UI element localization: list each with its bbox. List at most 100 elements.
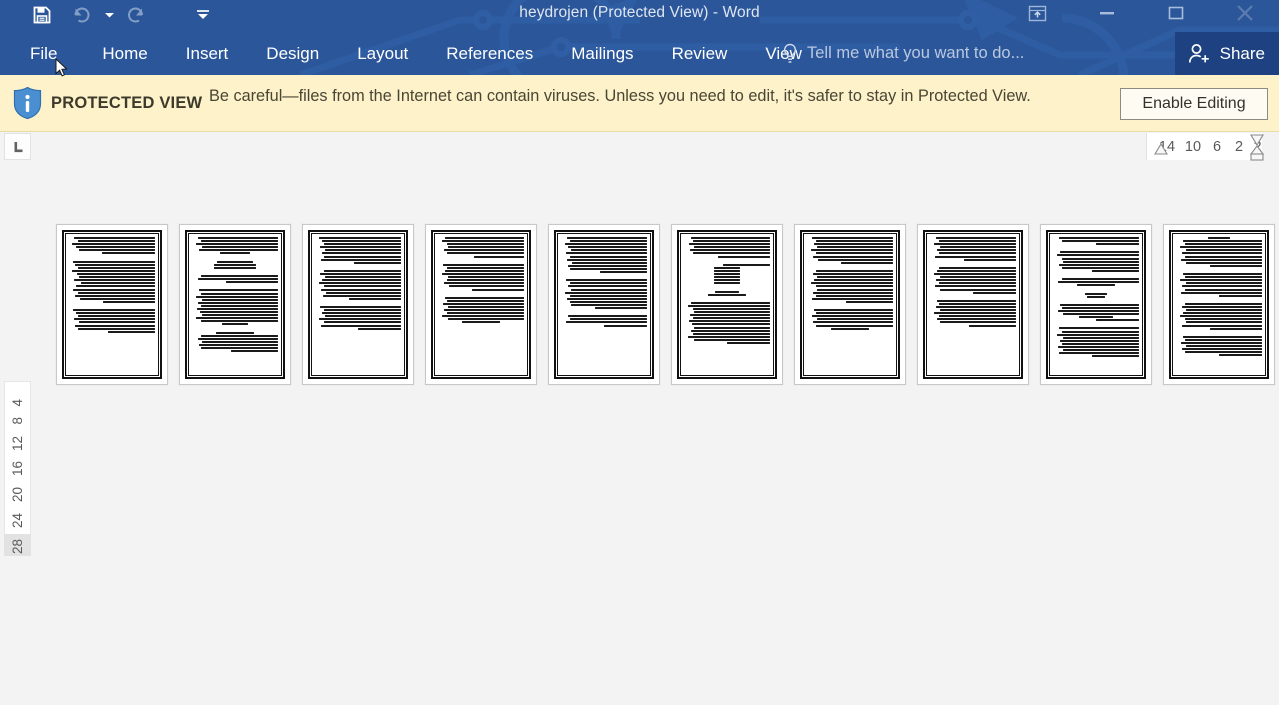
ribbon-tabs: File Home Insert Design Layout Reference… — [0, 32, 821, 75]
hanging-indent-marker-icon[interactable] — [1247, 145, 1267, 161]
text-line — [461, 321, 501, 324]
tell-me-box[interactable]: Tell me what you want to do... — [782, 32, 1024, 75]
text-line — [325, 315, 401, 318]
text-line — [196, 295, 278, 298]
text-line — [566, 321, 647, 324]
text-line — [197, 307, 278, 310]
text-line — [444, 237, 524, 239]
text-line — [216, 260, 254, 263]
text-line — [442, 273, 524, 276]
tab-design[interactable]: Design — [247, 32, 338, 75]
text-line — [694, 311, 770, 314]
tab-home[interactable]: Home — [83, 32, 166, 75]
restore-button[interactable] — [1141, 1, 1210, 25]
text-line — [79, 249, 155, 252]
text-line — [569, 318, 647, 321]
text-line — [1186, 249, 1262, 252]
text-line — [845, 300, 893, 303]
page-thumbnail[interactable] — [425, 224, 537, 385]
tab-review[interactable]: Review — [653, 32, 747, 75]
tab-layout[interactable]: Layout — [338, 32, 427, 75]
page-thumbnail[interactable] — [1040, 224, 1152, 385]
tab-references[interactable]: References — [427, 32, 552, 75]
close-button[interactable] — [1210, 1, 1279, 25]
text-line — [935, 255, 1016, 258]
page-thumbnail[interactable] — [794, 224, 906, 385]
text-line — [572, 261, 647, 264]
text-line — [202, 340, 278, 343]
text-line — [1058, 281, 1139, 284]
text-line — [1063, 313, 1139, 316]
text-line — [446, 266, 524, 269]
tab-references-label: References — [446, 43, 534, 63]
text-line — [692, 240, 770, 243]
horizontal-ruler[interactable]: 14 10 6 2 2 — [31, 133, 1279, 161]
page-thumbnail[interactable] — [302, 224, 414, 385]
text-line — [940, 309, 1016, 312]
text-line — [325, 249, 401, 252]
text-line — [77, 327, 155, 330]
enable-editing-button[interactable]: Enable Editing — [1120, 88, 1268, 120]
text-line — [692, 317, 770, 320]
tab-stop-selector[interactable] — [4, 133, 31, 160]
page-thumbnail[interactable] — [548, 224, 660, 385]
text-line — [319, 282, 401, 285]
text-line — [446, 243, 524, 246]
vertical-ruler-ticks: 4 8 12 16 20 24 28 — [4, 393, 31, 556]
text-line — [448, 276, 524, 279]
text-line — [1186, 309, 1262, 312]
page-text-block — [807, 237, 893, 372]
text-line — [813, 273, 893, 276]
text-line — [321, 288, 401, 291]
page-thumbnail-strip[interactable] — [56, 224, 1275, 385]
page-thumbnail[interactable] — [917, 224, 1029, 385]
text-line — [813, 255, 893, 258]
text-line — [200, 275, 278, 278]
text-line — [691, 323, 770, 326]
text-line — [811, 249, 893, 252]
text-line — [326, 291, 401, 294]
text-line — [81, 282, 155, 285]
share-button[interactable]: Share — [1174, 32, 1279, 75]
text-line — [815, 324, 893, 327]
ribbon-display-options-icon — [1028, 5, 1047, 21]
text-line — [936, 237, 1016, 239]
text-line — [74, 318, 155, 321]
text-line — [1210, 327, 1262, 330]
page-thumbnail[interactable] — [671, 224, 783, 385]
text-line — [1078, 316, 1114, 319]
minimize-button[interactable] — [1072, 1, 1141, 25]
page-text-block — [930, 237, 1016, 372]
tab-mailings[interactable]: Mailings — [552, 32, 652, 75]
text-line — [1180, 246, 1262, 249]
page-text-block — [438, 237, 524, 372]
tab-file[interactable]: File — [0, 32, 83, 75]
tab-insert[interactable]: Insert — [167, 32, 248, 75]
page-thumbnail[interactable] — [179, 224, 291, 385]
page-thumbnail[interactable] — [56, 224, 168, 385]
text-line — [196, 243, 278, 246]
ribbon-display-options-button[interactable] — [1003, 1, 1072, 25]
left-indent-marker-icon[interactable] — [1152, 141, 1170, 157]
page-text-block — [192, 237, 278, 372]
text-line — [815, 240, 893, 243]
text-line — [319, 237, 401, 239]
tab-mailings-label: Mailings — [571, 43, 634, 63]
page-thumbnail[interactable] — [1163, 224, 1275, 385]
text-line — [200, 292, 278, 295]
text-line — [813, 279, 893, 282]
text-line — [1061, 240, 1139, 243]
text-line — [567, 285, 647, 288]
text-line — [198, 289, 278, 292]
text-line — [442, 240, 524, 243]
text-line — [1182, 305, 1262, 308]
text-line — [446, 279, 524, 282]
text-line — [216, 331, 254, 334]
text-line — [813, 243, 893, 246]
text-line — [1061, 330, 1139, 333]
text-line — [841, 261, 893, 264]
word-window: heydrojen (Protected View) - Word File H… — [0, 0, 1279, 705]
text-line — [815, 294, 893, 297]
text-line — [77, 240, 155, 243]
text-line — [222, 323, 248, 326]
